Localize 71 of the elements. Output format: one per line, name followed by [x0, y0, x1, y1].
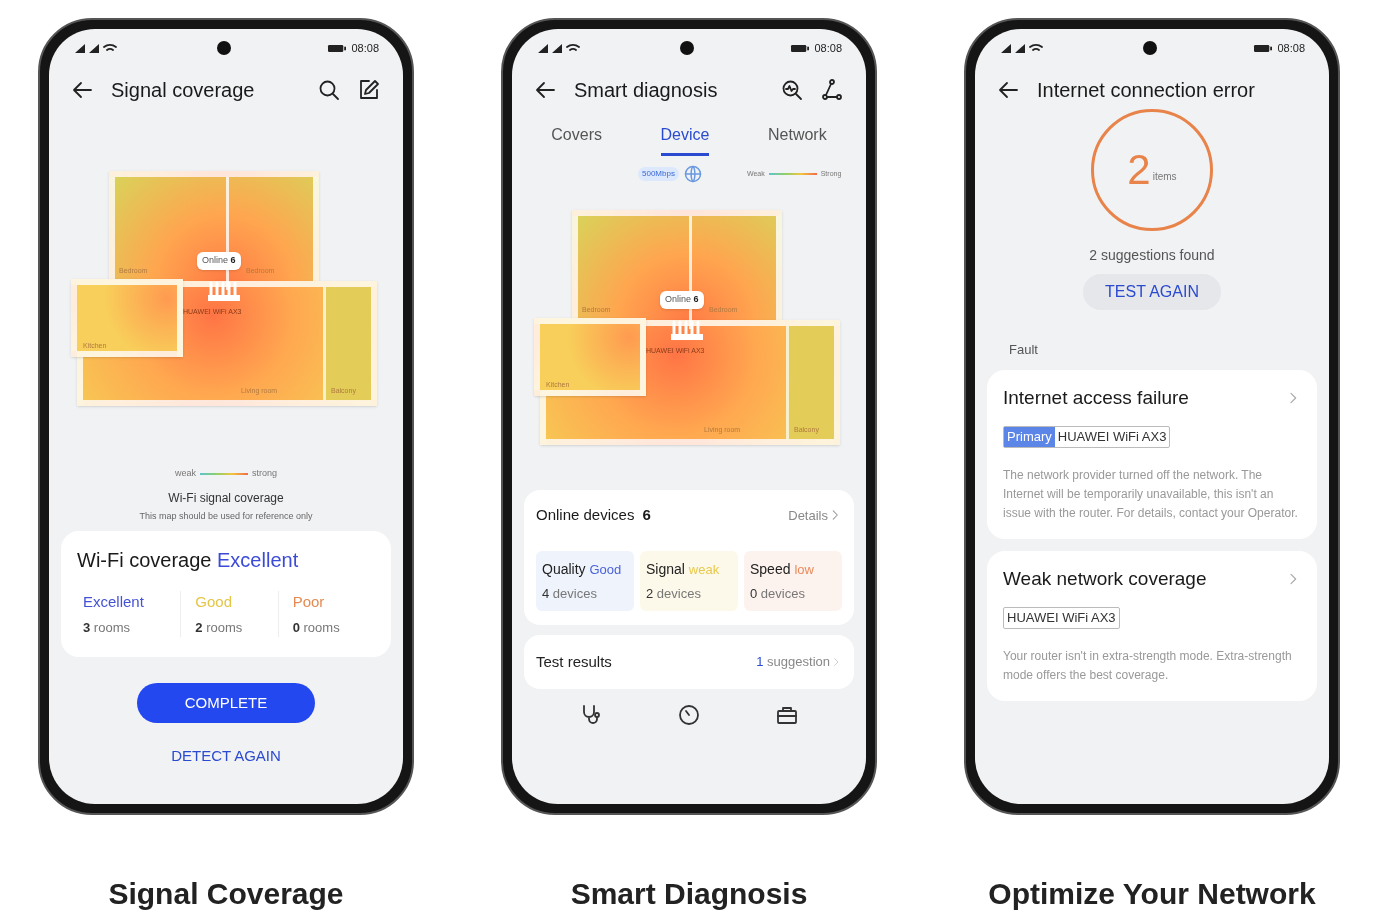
diagnose-search-icon[interactable] [780, 78, 804, 102]
battery-icon [790, 43, 811, 53]
status-time: 08:08 [351, 40, 379, 56]
camera-hole [1143, 41, 1157, 55]
complete-button[interactable]: COMPLETE [137, 683, 315, 723]
level-name: Good [195, 592, 234, 612]
stat-label: Signal weak [646, 559, 721, 579]
device-tag: HUAWEI WiFi AX3 [1054, 427, 1170, 447]
battery-icon [1253, 43, 1274, 53]
screen-title: Smart diagnosis [574, 78, 719, 103]
test-results-row[interactable]: Test results 1 suggestion [524, 635, 854, 689]
screen-title: Signal coverage [111, 78, 256, 103]
tab[interactable]: Covers [551, 123, 602, 156]
test-results-label: Test results [536, 651, 613, 672]
cellular-signal-icon [73, 42, 117, 54]
caption: Optimize Your Network [988, 876, 1316, 911]
test-again-button[interactable]: TEST AGAIN [1083, 274, 1221, 310]
online-label: Online [202, 255, 229, 265]
map-note: This map should be used for reference only [138, 509, 314, 523]
suggestion-count: 1 suggestion [756, 653, 830, 672]
stat-label: Speed low [750, 559, 815, 579]
detect-again-button[interactable]: DETECT AGAIN [171, 745, 281, 768]
gauge-icon[interactable] [677, 703, 701, 727]
item-unit: items [1152, 169, 1177, 184]
legend-label: weak [175, 467, 196, 480]
online-count: 6 [230, 255, 236, 265]
fault-description: The network provider turned off the network. The Internet will be temporarily unavailable, this isn't an issue with the router. For details, contact your Operator. [1003, 466, 1299, 522]
stat-label: Quality Good [542, 559, 623, 579]
online-count: 6 [693, 294, 699, 304]
primary-tag: Primary [1004, 427, 1055, 447]
speed-badge: 500Mbps [638, 167, 679, 181]
coverage-summary: Wi-Fi coverage Excellent [77, 548, 300, 573]
room-count: 0 rooms [292, 618, 341, 637]
fault-title: Internet access failure [1003, 385, 1190, 410]
fault-card[interactable]: Weak network coverage HUAWEI WiFi AX3 Your router isn't in extra-strength mode. Extra-strength mode offers the best coverage. [987, 550, 1317, 701]
suggestions-found: 2 suggestions found [1088, 246, 1216, 265]
camera-hole [680, 41, 694, 55]
status-time: 08:08 [814, 40, 842, 56]
caption: Signal Coverage [108, 876, 344, 911]
fault-card[interactable] [987, 369, 1317, 539]
section-label: Fault [1008, 341, 1039, 359]
legend-label: strong [252, 467, 277, 480]
fault-title: Weak network coverage [1003, 566, 1208, 591]
tab[interactable]: Network [768, 123, 827, 156]
item-count: 2 [1127, 149, 1151, 191]
search-icon[interactable] [317, 78, 341, 102]
cellular-signal-icon [536, 42, 580, 54]
online-devices-title: Online devices 6 [536, 505, 652, 525]
battery-icon [327, 43, 348, 53]
room-count: 2 rooms [195, 618, 244, 637]
map-title: Wi-Fi signal coverage [167, 489, 285, 507]
device-count: 2 devices [646, 584, 702, 603]
share-nodes-icon[interactable] [820, 78, 844, 102]
room-count: 3 rooms [83, 618, 131, 637]
legend-gradient-bar [200, 472, 248, 475]
caption: Smart Diagnosis [570, 876, 808, 911]
online-label: Online [665, 294, 692, 304]
edit-icon[interactable] [357, 78, 381, 102]
level-name: Excellent [83, 592, 145, 612]
device-tag: HUAWEI WiFi AX3 [1004, 608, 1119, 628]
fault-description: Your router isn't in extra-strength mode. Extra-strength mode offers the best coverage. [1003, 647, 1293, 684]
device-count: 0 devices [750, 584, 806, 603]
status-time: 08:08 [1277, 40, 1305, 56]
level-name: Poor [292, 592, 326, 612]
screen-title: Internet connection error [1037, 78, 1256, 103]
cellular-signal-icon [999, 42, 1043, 54]
details-link[interactable]: Details [788, 505, 828, 525]
globe-icon [682, 164, 703, 184]
tab[interactable]: Device [660, 123, 710, 156]
camera-hole [217, 41, 231, 55]
device-count: 4 devices [542, 584, 598, 603]
